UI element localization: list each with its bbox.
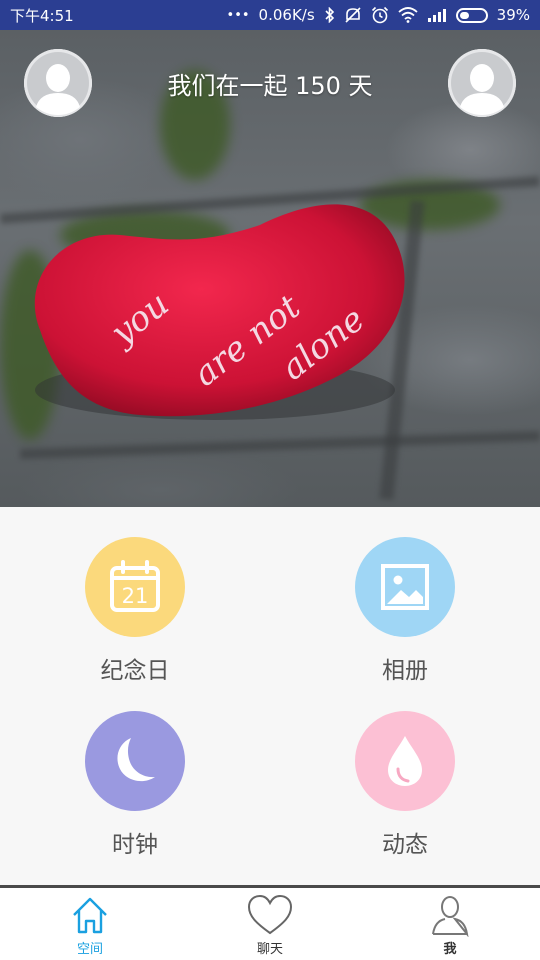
person-icon xyxy=(432,896,469,937)
menu-label: 相册 xyxy=(382,658,428,684)
together-days-title: 我们在一起 150 天 xyxy=(167,72,373,100)
feature-menu: 21 纪念日 相册 时钟 动态 xyxy=(0,507,540,885)
default-avatar-icon xyxy=(448,49,516,117)
bluetooth-icon xyxy=(324,7,335,23)
nav-space[interactable]: 空间 xyxy=(0,888,180,960)
network-speed: 0.06K/s xyxy=(258,6,315,24)
moon-icon xyxy=(117,738,155,782)
home-icon xyxy=(73,897,107,934)
menu-clock[interactable]: 时钟 xyxy=(35,711,235,859)
wifi-icon xyxy=(398,7,418,23)
menu-label: 动态 xyxy=(382,832,428,858)
status-dots: ••• xyxy=(226,7,250,23)
calendar-icon: 21 xyxy=(110,560,160,612)
menu-circle: 21 xyxy=(85,537,185,637)
partner-avatar-right[interactable] xyxy=(448,49,516,117)
battery-icon xyxy=(455,7,488,23)
default-avatar-icon xyxy=(24,49,92,117)
menu-label: 时钟 xyxy=(112,832,158,858)
menu-circle xyxy=(355,711,455,811)
menu-moments[interactable]: 动态 xyxy=(305,711,505,859)
drop-icon xyxy=(388,736,422,786)
cover-image[interactable]: you are not alone 我们在一起 150 天 xyxy=(0,30,540,507)
menu-album[interactable]: 相册 xyxy=(305,537,505,685)
heart-icon xyxy=(247,894,293,935)
menu-label: 纪念日 xyxy=(100,658,170,684)
menu-anniversary[interactable]: 21 纪念日 xyxy=(35,537,235,685)
status-bar: 下午4:51 ••• 0.06K/s 39% xyxy=(0,0,540,30)
alarm-icon xyxy=(371,6,389,24)
calendar-day: 21 xyxy=(122,584,149,608)
nav-label: 我 xyxy=(443,942,457,957)
status-icons: ••• 0.06K/s 39% xyxy=(227,6,530,24)
partner-avatar-left[interactable] xyxy=(24,49,92,117)
bottom-nav: 空间 聊天 我 xyxy=(0,885,540,960)
battery-fill xyxy=(459,11,470,19)
nav-chat[interactable]: 聊天 xyxy=(180,888,360,960)
signal-icon xyxy=(427,8,447,22)
nav-me[interactable]: 我 xyxy=(360,888,540,960)
battery-percent: 39% xyxy=(496,6,530,24)
status-time: 下午4:51 xyxy=(10,6,74,25)
photo-icon xyxy=(381,564,429,610)
menu-circle xyxy=(355,537,455,637)
menu-circle xyxy=(85,711,185,811)
nav-label: 聊天 xyxy=(256,942,283,957)
mute-icon xyxy=(344,7,362,23)
nav-label: 空间 xyxy=(76,942,103,957)
